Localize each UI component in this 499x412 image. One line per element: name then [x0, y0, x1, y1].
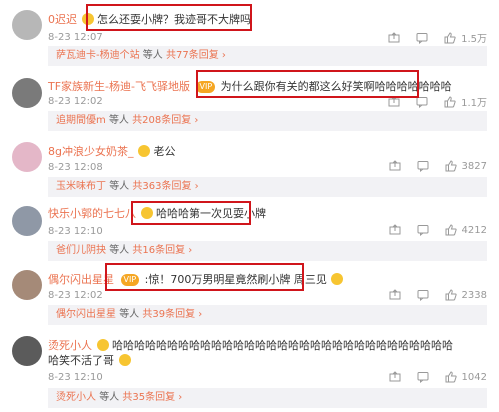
thumbs-up-icon[interactable] — [443, 31, 457, 45]
like-count: 4212 — [461, 224, 487, 236]
username[interactable]: 0迟迟 — [48, 13, 77, 26]
reply-username[interactable]: 偶尔闪出星星 — [56, 309, 116, 320]
comment-icon[interactable] — [416, 159, 430, 173]
comment-actions: 4212 — [374, 223, 487, 237]
avatar[interactable] — [12, 78, 42, 108]
reply-username[interactable]: 玉米味布丁 — [56, 181, 106, 192]
share-icon[interactable] — [387, 31, 401, 45]
avatar[interactable] — [12, 336, 42, 366]
reply-count-link[interactable]: 共77条回复 — [166, 50, 219, 61]
like-count: 1.5万 — [461, 34, 487, 45]
reply-count-link[interactable]: 共16条回复 — [132, 245, 185, 256]
comment-header: 烫死小人 哈哈哈哈哈哈哈哈哈哈哈哈哈哈哈哈哈哈哈哈哈哈哈哈哈哈哈哈哈哈哈哈笑不活… — [48, 338, 458, 368]
comment-time: 8-23 12:07 — [48, 32, 103, 43]
highlight-box — [86, 4, 252, 31]
reply-others: 等人 — [119, 309, 140, 320]
thumbs-up-icon[interactable] — [444, 159, 458, 173]
reply-username[interactable]: 爸们儿阴抉 — [56, 245, 106, 256]
chevron-right-icon: › — [198, 309, 203, 320]
comment-time: 8-23 12:08 — [48, 162, 103, 173]
emoji-icon — [331, 273, 344, 285]
avatar[interactable] — [12, 10, 42, 40]
like-count: 1.1万 — [461, 98, 487, 109]
comment-feed: 0迟迟 怎么还耍小牌？我迹哥不大牌吗 8-23 12:07 1.5万 萨瓦迪卡-… — [0, 0, 499, 412]
reply-summary[interactable]: 烫死小人 等人 共35条回复 › — [48, 388, 487, 408]
comment-header: 8g冲浪少女奶茶_ 老公 — [48, 145, 175, 159]
comment-icon[interactable] — [416, 288, 430, 302]
comment-actions: 3827 — [374, 159, 487, 173]
thumbs-up-icon[interactable] — [443, 95, 457, 109]
reply-summary[interactable]: 爸们儿阴抉 等人 共16条回复 › — [48, 241, 487, 261]
emoji-icon — [118, 354, 131, 366]
comment-time: 8-23 12:10 — [48, 372, 103, 383]
highlight-box — [196, 70, 419, 98]
like-count: 2338 — [461, 289, 487, 301]
reply-username[interactable]: 追期間優m — [56, 115, 106, 126]
chevron-right-icon: › — [178, 392, 183, 403]
share-icon[interactable] — [388, 370, 402, 384]
chevron-right-icon: › — [194, 115, 199, 126]
chevron-right-icon: › — [194, 181, 199, 192]
comment-item: 烫死小人 哈哈哈哈哈哈哈哈哈哈哈哈哈哈哈哈哈哈哈哈哈哈哈哈哈哈哈哈哈哈哈哈笑不活… — [0, 330, 499, 412]
avatar[interactable] — [12, 270, 42, 300]
thumbs-up-icon[interactable] — [444, 223, 458, 237]
share-icon[interactable] — [388, 288, 402, 302]
reply-others: 等人 — [109, 245, 130, 256]
reply-summary[interactable]: 萨瓦迪卡-杨迪个站 等人 共77条回复 › — [48, 46, 487, 66]
comment-icon[interactable] — [415, 31, 429, 45]
avatar[interactable] — [12, 142, 42, 172]
comment-actions: 1042 — [374, 370, 487, 384]
username[interactable]: 快乐小郭的七七八 — [48, 207, 136, 220]
reply-username[interactable]: 烫死小人 — [56, 392, 96, 403]
highlight-box — [105, 263, 304, 291]
username[interactable]: TF家族新生-杨迪-飞飞驿地版 — [48, 80, 190, 93]
comment-text: 老公 — [153, 145, 176, 158]
username[interactable]: 8g冲浪少女奶茶_ — [48, 145, 133, 158]
comment-time: 8-23 12:10 — [48, 226, 103, 237]
comment-actions: 2338 — [374, 288, 487, 302]
avatar[interactable] — [12, 206, 42, 236]
reply-summary[interactable]: 偶尔闪出星星 等人 共39条回复 › — [48, 305, 487, 325]
thumbs-up-icon[interactable] — [444, 370, 458, 384]
comment-icon[interactable] — [416, 223, 430, 237]
thumbs-up-icon[interactable] — [444, 288, 458, 302]
like-count: 3827 — [461, 160, 487, 172]
reply-username[interactable]: 萨瓦迪卡-杨迪个站 — [56, 50, 140, 61]
reply-summary[interactable]: 玉米味布丁 等人 共363条回复 › — [48, 177, 487, 197]
reply-count-link[interactable]: 共208条回复 — [132, 115, 191, 126]
chevron-right-icon: › — [221, 50, 226, 61]
emoji-icon — [137, 145, 150, 157]
reply-others: 等人 — [99, 392, 120, 403]
reply-count-link[interactable]: 共35条回复 — [122, 392, 175, 403]
share-icon[interactable] — [388, 223, 402, 237]
reply-others: 等人 — [108, 115, 129, 126]
like-count: 1042 — [461, 371, 487, 383]
share-icon[interactable] — [388, 159, 402, 173]
username[interactable]: 烫死小人 — [48, 339, 92, 352]
comment-actions: 1.5万 — [373, 30, 487, 45]
chevron-right-icon: › — [188, 245, 193, 256]
comment-time: 8-23 12:02 — [48, 290, 103, 301]
emoji-icon — [96, 339, 109, 351]
comment-text: 哈哈哈哈哈哈哈哈哈哈哈哈哈哈哈哈哈哈哈哈哈哈哈哈哈哈哈哈哈哈哈哈笑不活了哥 — [48, 339, 453, 367]
reply-count-link[interactable]: 共39条回复 — [142, 309, 195, 320]
comment-time: 8-23 12:02 — [48, 96, 103, 107]
comment-item: 8g冲浪少女奶茶_ 老公 8-23 12:08 3827 玉米味布丁 等人 共3… — [0, 136, 499, 197]
reply-count-link[interactable]: 共363条回复 — [132, 181, 191, 192]
highlight-box — [131, 201, 251, 225]
comment-icon[interactable] — [416, 370, 430, 384]
reply-others: 等人 — [109, 181, 130, 192]
reply-summary[interactable]: 追期間優m 等人 共208条回复 › — [48, 111, 487, 131]
reply-others: 等人 — [142, 50, 163, 61]
